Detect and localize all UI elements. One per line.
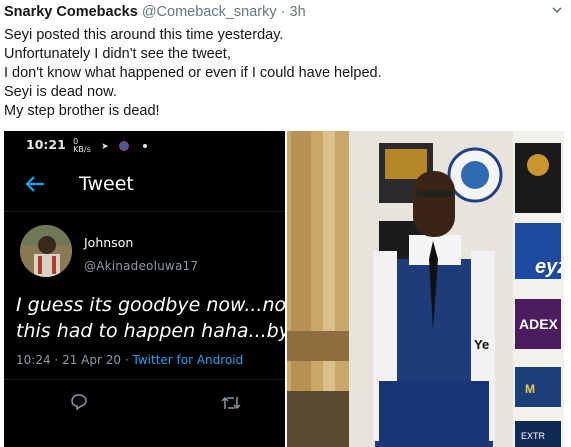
timestamp[interactable]: 3h [290, 4, 306, 20]
tweet-text: Seyi posted this around this time yester… [4, 26, 382, 121]
navigation-icon: ➤ [101, 142, 109, 152]
media-image-screenshot[interactable]: 10:21 0 KB/s ➤ Tweet Johnson @Akinadeolu… [4, 131, 303, 447]
tweet-line: My step brother is dead! [4, 103, 160, 119]
reply-icon [71, 394, 87, 411]
meta-client: Twitter for Android [132, 353, 244, 367]
banner-text: eyz [535, 256, 564, 278]
avatar-image [20, 225, 72, 277]
tweet-line: Seyi is dead now. [4, 84, 117, 100]
divider [4, 211, 285, 212]
status-dot-icon [143, 143, 148, 148]
retweet-icon [221, 396, 241, 410]
meta-time: 10:24 [16, 353, 51, 367]
tweet-line: Unfortunately I didn't see the tweet, [4, 46, 231, 62]
banner-text: Ye [474, 337, 489, 352]
avatar [20, 225, 72, 277]
screenshot-tweet-line: this had to happen haha...bye [16, 320, 302, 342]
meta-separator: · [54, 353, 59, 367]
display-name[interactable]: Snarky Comebacks [4, 4, 138, 20]
chevron-down-icon[interactable] [551, 4, 563, 16]
media-image-photo[interactable]: eyz ADEX M EXTR Ye [287, 131, 564, 447]
photo-of-man-in-suit: eyz ADEX M EXTR Ye [287, 131, 564, 447]
tweet-line: Seyi posted this around this time yester… [4, 27, 284, 43]
screenshot-tweet-line: I guess its goodbye now...no c [16, 294, 303, 316]
status-time: 10:21 [26, 137, 66, 152]
banner-text: M [525, 382, 535, 396]
screen-title: Tweet [79, 173, 134, 195]
tweet-header: Snarky Comebacks @Comeback_snarky · 3h [4, 4, 547, 21]
author-name: Johnson [84, 235, 134, 250]
tweet-line: I don't know what happened or even if I … [4, 65, 382, 81]
phone-status-bar: 10:21 0 KB/s ➤ [26, 136, 148, 154]
back-arrow-icon [25, 176, 44, 192]
separator-dot: · [280, 4, 286, 20]
divider [4, 379, 285, 380]
banner-text: EXTR [521, 431, 546, 441]
media-grid: 10:21 0 KB/s ➤ Tweet Johnson @Akinadeolu… [4, 131, 564, 447]
tweet-meta: 10:24 · 21 Apr 20 · Twitter for Android [16, 353, 243, 367]
meta-date: 21 Apr 20 [62, 353, 122, 367]
banner-text: ADEX [519, 316, 559, 332]
meta-separator: · [124, 353, 129, 367]
user-handle[interactable]: @Comeback_snarky [142, 4, 277, 20]
flag-icon [119, 140, 130, 151]
data-speed: 0 KB/s [73, 136, 91, 154]
author-handle: @Akinadeoluwa17 [84, 259, 199, 273]
